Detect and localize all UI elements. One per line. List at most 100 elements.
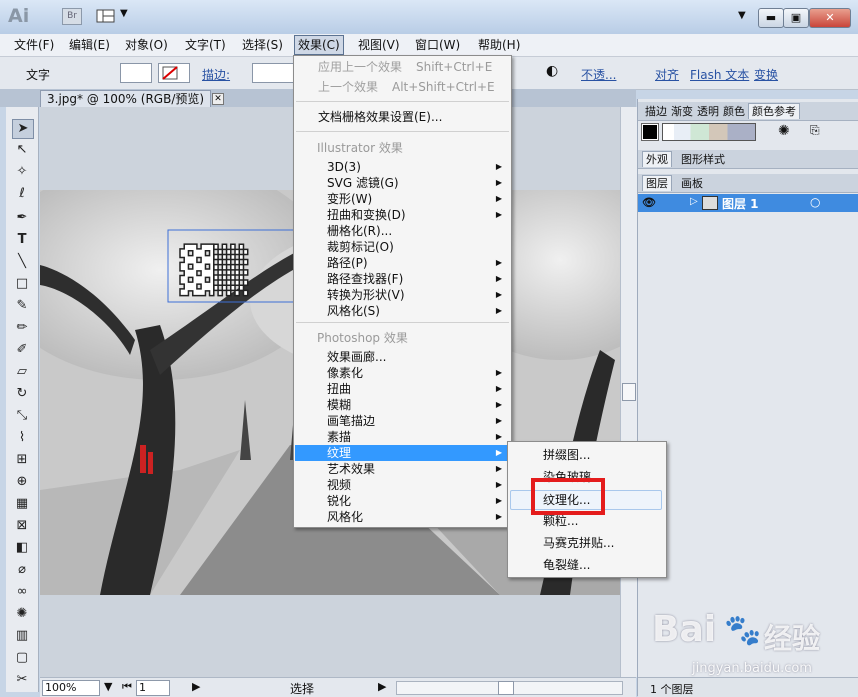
menu-edit[interactable]: 编辑(E) xyxy=(66,37,113,53)
opacity-link[interactable]: 不透... xyxy=(581,66,616,83)
save-color-group-icon[interactable]: ⎘ xyxy=(810,123,820,138)
flash-text-link[interactable]: Flash 文本 xyxy=(690,66,749,83)
warp-tool-icon[interactable]: ⌇ xyxy=(12,429,32,447)
tab-gradient[interactable]: 渐变 xyxy=(668,104,696,119)
vertical-scroll-thumb[interactable] xyxy=(622,383,636,401)
document-tab[interactable]: 3.jpg* @ 100% (RGB/预览) xyxy=(40,90,212,108)
menu-last-effect[interactable]: 上一个效果 Alt+Shift+Ctrl+E xyxy=(295,79,510,95)
page-field[interactable]: 1 xyxy=(136,680,170,696)
illustrator-effect-item[interactable]: 栅格化(R)... xyxy=(295,223,510,239)
lasso-tool-icon[interactable]: ℓ xyxy=(12,185,32,203)
status-menu-arrow-icon[interactable]: ▶ xyxy=(378,680,386,693)
perspective-grid-tool-icon[interactable]: ▦ xyxy=(12,495,32,513)
paintbrush-tool-icon[interactable]: ✎ xyxy=(12,297,32,315)
photoshop-effect-item[interactable]: 锐化 ▶ xyxy=(295,493,510,509)
photoshop-effect-item[interactable]: 扭曲 ▶ xyxy=(295,381,510,397)
photoshop-effect-item[interactable]: 纹理 ▶ xyxy=(295,445,510,461)
photoshop-effect-item[interactable]: 像素化 ▶ xyxy=(295,365,510,381)
artboard-tool-icon[interactable]: ▢ xyxy=(12,649,32,667)
fill-color-swatch[interactable] xyxy=(120,63,152,83)
pencil-tool-icon[interactable]: ✏ xyxy=(12,319,32,337)
texture-submenu-item[interactable]: 龟裂缝... xyxy=(509,556,664,574)
zoom-dropdown-icon[interactable]: ▼ xyxy=(104,680,112,693)
bridge-button[interactable]: Br xyxy=(62,8,82,25)
shape-builder-tool-icon[interactable]: ⊕ xyxy=(12,473,32,491)
tab-color-guide[interactable]: 颜色参考 xyxy=(748,103,800,119)
rectangle-tool-icon[interactable]: □ xyxy=(12,275,32,293)
expand-triangle-icon[interactable]: ▷ xyxy=(690,196,698,207)
photoshop-effect-item[interactable]: 模糊 ▶ xyxy=(295,397,510,413)
minimize-button[interactable]: ▬ xyxy=(758,8,784,28)
menu-view[interactable]: 视图(V) xyxy=(355,37,403,53)
illustrator-effect-item[interactable]: 裁剪标记(O) xyxy=(295,239,510,255)
direct-selection-tool-icon[interactable]: ↖ xyxy=(12,141,32,159)
free-transform-tool-icon[interactable]: ⊞ xyxy=(12,451,32,469)
blob-brush-tool-icon[interactable]: ✐ xyxy=(12,341,32,359)
menu-effect[interactable]: 效果(C) xyxy=(294,35,344,55)
texture-submenu-item[interactable]: 拼缀图... xyxy=(509,446,664,464)
photoshop-effect-item[interactable]: 视频 ▶ xyxy=(295,477,510,493)
base-color-swatch[interactable] xyxy=(641,123,659,141)
stroke-weight-field[interactable] xyxy=(252,63,294,83)
opacity-mask-icon[interactable]: ◐ xyxy=(546,63,558,79)
tab-appearance[interactable]: 外观 xyxy=(642,151,672,167)
menu-select[interactable]: 选择(S) xyxy=(239,37,286,53)
menu-window[interactable]: 窗口(W) xyxy=(412,37,463,53)
selection-tool-icon[interactable]: ➤ xyxy=(12,119,34,139)
stroke-weight-label[interactable]: 描边: xyxy=(202,66,230,83)
line-tool-icon[interactable]: ╲ xyxy=(12,253,32,271)
illustrator-effect-item[interactable]: 变形(W) ▶ xyxy=(295,191,510,207)
menu-object[interactable]: 对象(O) xyxy=(122,37,171,53)
transform-link[interactable]: 变换 xyxy=(754,66,778,83)
symbol-sprayer-tool-icon[interactable]: ✺ xyxy=(12,605,32,623)
close-tab-icon[interactable]: ✕ xyxy=(212,93,224,105)
layer-row[interactable]: 👁 ▷ 图层 1 ○ xyxy=(638,194,858,212)
illustrator-effect-item[interactable]: 路径(P) ▶ xyxy=(295,255,510,271)
tab-transparency[interactable]: 透明 xyxy=(694,104,722,119)
tab-layers[interactable]: 图层 xyxy=(642,175,672,191)
eyedropper-tool-icon[interactable]: ⌀ xyxy=(12,561,32,579)
stroke-color-swatch[interactable] xyxy=(158,63,190,83)
magic-wand-tool-icon[interactable]: ✧ xyxy=(12,163,32,181)
menu-help[interactable]: 帮助(H) xyxy=(475,37,523,53)
mesh-tool-icon[interactable]: ⊠ xyxy=(12,517,32,535)
arrange-documents-button[interactable]: ▼ xyxy=(96,8,132,24)
photoshop-effect-item[interactable]: 艺术效果 ▶ xyxy=(295,461,510,477)
tab-artboards[interactable]: 画板 xyxy=(678,176,706,191)
horizontal-scroll-thumb[interactable] xyxy=(498,681,514,695)
zoom-field[interactable]: 100% xyxy=(42,680,100,696)
maximize-button[interactable]: ▣ xyxy=(783,8,809,28)
pen-tool-icon[interactable]: ✒ xyxy=(12,209,32,227)
photoshop-effect-item[interactable]: 素描 ▶ xyxy=(295,429,510,445)
menu-raster-settings[interactable]: 文档栅格效果设置(E)... xyxy=(295,109,510,125)
rotate-tool-icon[interactable]: ↻ xyxy=(12,385,32,403)
align-link[interactable]: 对齐 xyxy=(655,66,679,83)
menu-type[interactable]: 文字(T) xyxy=(182,37,229,53)
illustrator-effect-item[interactable]: 3D(3) ▶ xyxy=(295,159,510,175)
harmony-rules-icon[interactable]: ✺ xyxy=(778,123,790,139)
illustrator-effect-item[interactable]: 转换为形状(V) ▶ xyxy=(295,287,510,303)
illustrator-effect-item[interactable]: SVG 滤镜(G) ▶ xyxy=(295,175,510,191)
layer-name[interactable]: 图层 1 xyxy=(722,195,759,212)
layer-target-icon[interactable]: ○ xyxy=(810,195,820,209)
eraser-tool-icon[interactable]: ▱ xyxy=(12,363,32,381)
illustrator-effect-item[interactable]: 风格化(S) ▶ xyxy=(295,303,510,319)
photoshop-effect-item[interactable]: 画笔描边 ▶ xyxy=(295,413,510,429)
blend-tool-icon[interactable]: ∞ xyxy=(12,583,32,601)
tab-color[interactable]: 颜色 xyxy=(720,104,748,119)
first-page-icon[interactable]: ⏮ xyxy=(122,680,132,694)
illustrator-effect-item[interactable]: 路径查找器(F) ▶ xyxy=(295,271,510,287)
photoshop-effect-item[interactable]: 风格化 ▶ xyxy=(295,509,510,525)
close-window-button[interactable]: ✕ xyxy=(809,8,851,28)
illustrator-effect-item[interactable]: 扭曲和变换(D) ▶ xyxy=(295,207,510,223)
column-graph-tool-icon[interactable]: ▥ xyxy=(12,627,32,645)
next-page-icon[interactable]: ▶ xyxy=(192,680,200,693)
tab-stroke[interactable]: 描边 xyxy=(642,104,670,119)
slice-tool-icon[interactable]: ✂ xyxy=(12,671,32,689)
menu-file[interactable]: 文件(F) xyxy=(11,37,57,53)
photoshop-effect-item[interactable]: 效果画廊... xyxy=(295,349,510,365)
menu-apply-last-effect[interactable]: 应用上一个效果 Shift+Ctrl+E xyxy=(295,59,510,75)
scale-tool-icon[interactable]: ⤡ xyxy=(12,407,32,425)
texture-submenu-item[interactable]: 马赛克拼贴... xyxy=(509,534,664,552)
workspace-dropdown-icon[interactable]: ▼ xyxy=(738,10,746,21)
